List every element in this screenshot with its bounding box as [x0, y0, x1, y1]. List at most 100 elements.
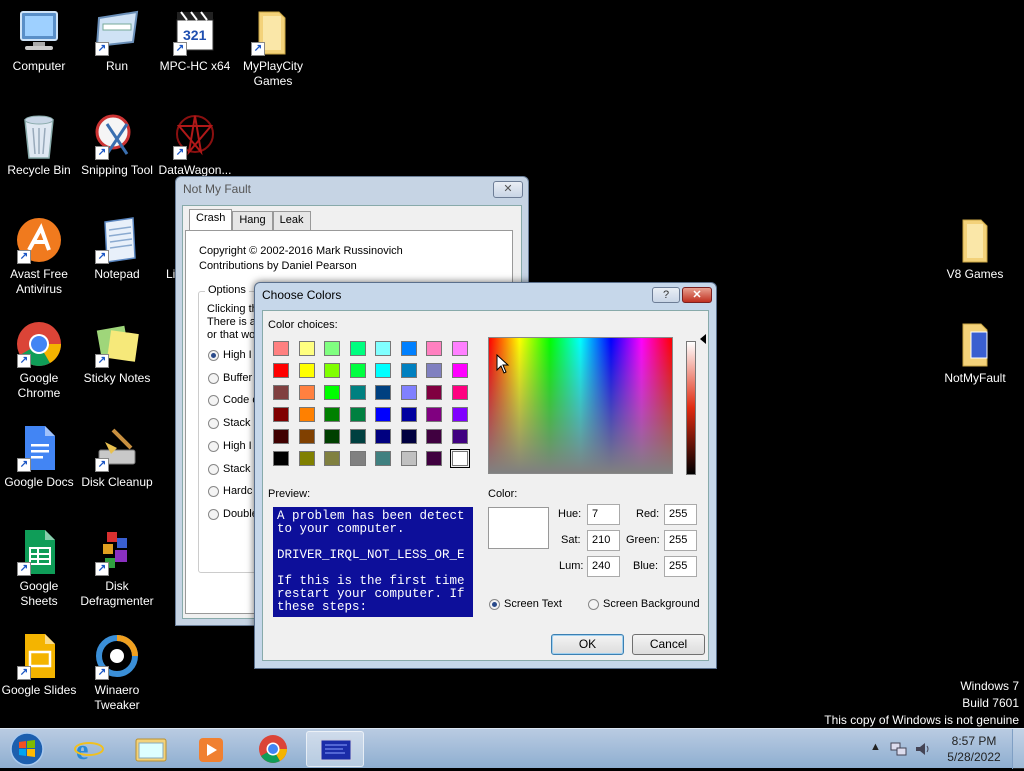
color-swatch[interactable]	[273, 341, 289, 356]
color-swatch[interactable]	[273, 451, 289, 466]
color-spectrum[interactable]	[488, 337, 673, 474]
color-swatch[interactable]	[324, 385, 340, 400]
close-button[interactable]: ✕	[493, 181, 523, 198]
taskbar-file-explorer[interactable]	[122, 731, 180, 767]
desktop-icon-avast[interactable]: ↗ Avast Free Antivirus	[0, 216, 78, 297]
start-button[interactable]	[6, 731, 48, 767]
color-swatch[interactable]	[273, 429, 289, 444]
color-swatch[interactable]	[375, 363, 391, 378]
color-swatch[interactable]	[451, 407, 468, 422]
desktop-icon-snipping-tool[interactable]: ↗ Snipping Tool	[78, 112, 156, 178]
color-swatch[interactable]	[426, 407, 442, 422]
show-hidden-icons-button[interactable]: ▲	[870, 741, 881, 753]
color-swatch[interactable]	[400, 429, 417, 444]
lum-field[interactable]: 240	[587, 556, 620, 577]
desktop-icon-datawagon[interactable]: ↗ DataWagon...	[156, 112, 234, 178]
red-field[interactable]: 255	[664, 504, 697, 525]
color-swatch[interactable]	[451, 363, 468, 378]
desktop-icon-v8-games[interactable]: V8 Games	[936, 216, 1014, 282]
color-swatch[interactable]	[375, 429, 391, 444]
color-swatch[interactable]	[349, 341, 366, 356]
color-swatch[interactable]	[324, 451, 340, 466]
desktop-icon-partial[interactable]: Li	[156, 216, 176, 282]
green-field[interactable]: 255	[664, 530, 697, 551]
color-swatch[interactable]	[451, 385, 468, 400]
network-icon[interactable]	[890, 741, 908, 760]
color-swatch[interactable]	[273, 363, 289, 378]
desktop-icon-run[interactable]: ↗ Run	[78, 8, 156, 74]
help-button[interactable]: ?	[652, 287, 680, 303]
color-swatch[interactable]	[400, 407, 417, 422]
color-swatch[interactable]	[349, 451, 366, 466]
volume-icon[interactable]	[914, 741, 932, 760]
color-swatch[interactable]	[298, 341, 315, 356]
desktop-icon-disk-defragmenter[interactable]: ↗ Disk Defragmenter	[78, 528, 156, 609]
color-swatch[interactable]	[273, 385, 289, 400]
tab-leak[interactable]: Leak	[272, 211, 311, 230]
desktop-icon-sticky-notes[interactable]: ↗ Sticky Notes	[78, 320, 156, 386]
color-swatch[interactable]	[298, 407, 315, 422]
taskbar-notmyfault[interactable]	[306, 731, 364, 767]
hue-field[interactable]: 7	[587, 504, 620, 525]
color-swatch[interactable]	[324, 429, 340, 444]
radio-option-6[interactable]: Stack	[208, 463, 258, 475]
radio-option-1[interactable]: High I	[208, 349, 258, 361]
color-swatch[interactable]	[426, 451, 442, 466]
desktop-icon-disk-cleanup[interactable]: ↗ Disk Cleanup	[78, 424, 156, 490]
color-swatch[interactable]	[400, 451, 417, 466]
tab-crash[interactable]: Crash	[189, 209, 233, 230]
radio-option-3[interactable]: Code o	[208, 394, 258, 406]
radio-option-2[interactable]: Buffer	[208, 372, 258, 384]
color-swatch[interactable]	[400, 341, 417, 356]
cancel-button[interactable]: Cancel	[632, 634, 705, 655]
screen-background-radio[interactable]: Screen Background	[588, 598, 700, 610]
desktop-icon-computer[interactable]: Computer	[0, 8, 78, 74]
desktop-icon-notepad[interactable]: ↗ Notepad	[78, 216, 156, 282]
color-swatch[interactable]	[426, 363, 442, 378]
sat-field[interactable]: 210	[587, 530, 620, 551]
show-desktop-button[interactable]	[1012, 729, 1024, 769]
color-swatch[interactable]	[451, 341, 468, 356]
color-swatch[interactable]	[375, 407, 391, 422]
color-swatch[interactable]	[298, 363, 315, 378]
color-swatch[interactable]	[324, 407, 340, 422]
desktop-icon-google-slides[interactable]: ↗ Google Slides	[0, 632, 78, 698]
color-swatch[interactable]	[400, 385, 417, 400]
taskbar-chrome[interactable]	[244, 731, 302, 767]
color-swatch[interactable]	[349, 385, 366, 400]
color-swatch[interactable]	[349, 429, 366, 444]
blue-field[interactable]: 255	[664, 556, 697, 577]
taskbar-internet-explorer[interactable]: e	[60, 731, 118, 767]
color-swatch[interactable]	[298, 385, 315, 400]
screen-text-radio[interactable]: Screen Text	[489, 598, 562, 610]
clock[interactable]: 8:57 PM 5/28/2022	[938, 733, 1010, 765]
desktop-icon-google-docs[interactable]: ↗ Google Docs	[0, 424, 78, 490]
tab-hang[interactable]: Hang	[232, 211, 273, 230]
close-button[interactable]: ✕	[682, 287, 712, 303]
color-swatch[interactable]	[298, 429, 315, 444]
desktop-icon-mpc-hc[interactable]: 321 ↗ MPC-HC x64	[156, 8, 234, 74]
taskbar-media-player[interactable]	[182, 731, 240, 767]
color-swatch[interactable]	[426, 429, 442, 444]
color-swatch[interactable]	[375, 451, 391, 466]
radio-option-7[interactable]: Hardc	[208, 485, 258, 497]
color-swatch[interactable]	[324, 363, 340, 378]
luminance-arrow-icon[interactable]	[700, 334, 706, 344]
color-swatch[interactable]	[426, 341, 442, 356]
desktop-icon-myplaycity-games[interactable]: ↗ MyPlayCity Games	[234, 8, 312, 89]
radio-option-5[interactable]: High I	[208, 440, 258, 452]
color-swatch[interactable]	[451, 429, 468, 444]
color-swatch[interactable]	[273, 407, 289, 422]
color-swatch[interactable]	[324, 341, 340, 356]
radio-option-8[interactable]: Double	[208, 508, 258, 520]
desktop-icon-winaero-tweaker[interactable]: ↗ Winaero Tweaker	[78, 632, 156, 713]
color-swatch[interactable]	[349, 363, 366, 378]
desktop-icon-google-chrome[interactable]: ↗ Google Chrome	[0, 320, 78, 401]
desktop-icon-recycle-bin[interactable]: Recycle Bin	[0, 112, 78, 178]
desktop-icon-google-sheets[interactable]: ↗ Google Sheets	[0, 528, 78, 609]
color-swatch[interactable]	[375, 341, 391, 356]
color-swatch[interactable]	[349, 407, 366, 422]
color-swatch[interactable]	[400, 363, 417, 378]
ok-button[interactable]: OK	[551, 634, 624, 655]
color-swatch[interactable]	[298, 451, 315, 466]
